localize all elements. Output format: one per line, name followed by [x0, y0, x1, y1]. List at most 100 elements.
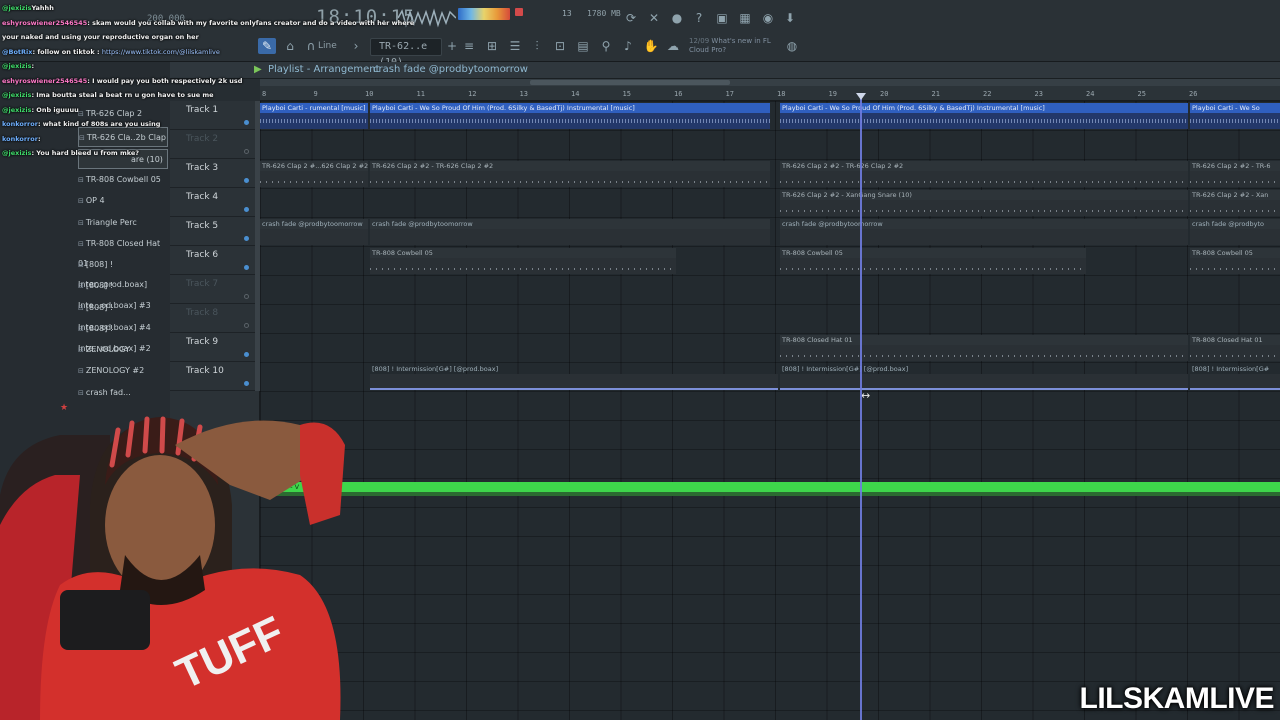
browser-icon[interactable]: ▤: [574, 38, 592, 54]
track-header[interactable]: Track 9: [170, 333, 260, 362]
browser-item[interactable]: ⊟ OP 4: [78, 191, 168, 211]
chat-text: your naked and using your reproductive o…: [2, 33, 199, 41]
mixer-icon[interactable]: ⫶: [528, 38, 546, 54]
track-header[interactable]: Track 4: [170, 188, 260, 217]
browser-item[interactable]: ⊟ crash fad...: [78, 383, 168, 403]
chat-username[interactable]: eshyroswiener2546545: [2, 19, 87, 27]
chat-username[interactable]: @jexizis: [2, 149, 31, 157]
track-header[interactable]: Track 5: [170, 217, 260, 246]
chat-username[interactable]: @jexizis: [2, 62, 31, 70]
scrollbar-thumb[interactable]: [530, 80, 730, 85]
chat-username[interactable]: konkorror: [2, 120, 38, 128]
plugin-icon[interactable]: ⚲: [597, 38, 615, 54]
track-header[interactable]: Track 6: [170, 246, 260, 275]
chat-message: konkorror:: [2, 135, 41, 144]
playlist-title-bar[interactable]: ▶ Playlist - Arrangement › crash fade @p…: [170, 62, 1280, 79]
timeline-ruler[interactable]: 8 9 10 11 12 13 14 15 16 17 18 19 20 21 22 23 24 25 26: [260, 79, 1280, 101]
audio-clip[interactable]: Playboi Carti - We So: [1190, 103, 1280, 129]
pattern-clip[interactable]: TR-808 Closed Hat 01: [1190, 335, 1280, 361]
browser-item[interactable]: ⊟ ZENOLOGY: [78, 340, 168, 360]
cloud-icon[interactable]: ☁: [664, 38, 682, 54]
browser-item[interactable]: ⊟ [808] ! Inte...od.boax] #3: [78, 276, 168, 310]
pattern-clip[interactable]: TR-626 Clap 2 #2 - TR-626 Clap 2 #2: [780, 161, 1188, 187]
pattern-clip[interactable]: crash fade @prodbytoomorrow: [780, 219, 1188, 245]
track-mute-led[interactable]: [244, 294, 249, 299]
pattern-clip[interactable]: TR-808 Cowbell 05: [370, 248, 676, 274]
track-header[interactable]: Track 10: [170, 362, 260, 391]
pattern-clip[interactable]: TR-808 Cowbell 05: [780, 248, 1086, 274]
pattern-clip[interactable]: [808] ! Intermission[G#] [@prod.boax]: [780, 364, 1188, 390]
track-mute-led[interactable]: [244, 207, 249, 212]
pattern-clip[interactable]: TR-808 Cowbell 05: [1190, 248, 1280, 274]
track-header[interactable]: Track 8: [170, 304, 260, 333]
browser-item[interactable]: ⊟ [808] ! Inter...prod.boax]: [78, 255, 168, 289]
playhead[interactable]: [860, 95, 862, 720]
browser-item[interactable]: ⊟ ZENOLOGY #2: [78, 361, 168, 381]
track-mute-led[interactable]: [244, 178, 249, 183]
piano-roll-icon[interactable]: ≡: [460, 38, 478, 54]
breadcrumb-separator: ›: [363, 64, 367, 75]
tempo-icon[interactable]: ♪: [619, 38, 637, 54]
save-icon[interactable]: ▣: [713, 10, 731, 26]
cut-icon[interactable]: ✕: [645, 10, 663, 26]
chat-username[interactable]: @BotRix: [2, 48, 32, 56]
chat-username[interactable]: @jexizis: [2, 4, 31, 12]
track-mute-led[interactable]: [244, 352, 249, 357]
pattern-clip[interactable]: crash fade @prodbytoomorrow: [370, 219, 770, 245]
metronome-icon[interactable]: ⟳: [622, 10, 640, 26]
download-icon[interactable]: ⬇: [781, 10, 799, 26]
audio-clip[interactable]: Playboi Carti - We So Proud Of Him (Prod…: [370, 103, 770, 129]
mic-icon[interactable]: ●: [668, 10, 686, 26]
playhead-marker-icon[interactable]: [856, 93, 866, 100]
chevron-right-icon[interactable]: ›: [347, 38, 365, 54]
bar-number: 18: [777, 90, 786, 98]
news-panel[interactable]: 12/09 What's new in FL Cloud Pro?: [689, 37, 771, 55]
chat-text: : Onb iguuuu: [31, 105, 79, 114]
browser-item[interactable]: ⊟ TR-808 Closed Hat 01: [78, 234, 168, 268]
pattern-clip[interactable]: TR-626 Clap 2 #2 - XanGang Snare (10): [780, 190, 1188, 216]
clip-notes: [370, 258, 676, 274]
channel-rack-icon[interactable]: ⊡: [551, 38, 569, 54]
chat-icon[interactable]: ◉: [759, 10, 777, 26]
browser-item[interactable]: ⊟ [808] ! Inte...od.boax] #2: [78, 319, 168, 353]
pattern-clip[interactable]: crash fade @prodbyto: [1190, 219, 1280, 245]
pattern-clip[interactable]: [808] ! Intermission[G#: [1190, 364, 1280, 390]
help-icon[interactable]: ?: [690, 10, 708, 26]
browser-item[interactable]: ⊟ TR-808 Cowbell 05: [78, 170, 168, 190]
chat-link[interactable]: https://www.tiktok.com/@lilskamlive: [102, 48, 220, 56]
browser-item[interactable]: ⊟ Triangle Perc: [78, 213, 168, 233]
pattern-selector[interactable]: TR-62..e (10): [370, 38, 442, 68]
globe-icon[interactable]: ◍: [783, 38, 801, 54]
step-seq-icon[interactable]: ⊞: [483, 38, 501, 54]
track-mute-led[interactable]: [244, 323, 249, 328]
chat-username[interactable]: @jexizis: [2, 106, 31, 114]
track-header[interactable]: Track 7: [170, 275, 260, 304]
track-mute-led[interactable]: [244, 381, 249, 386]
browser-item[interactable]: ⊟ [808] ! Inte...od.boax] #4: [78, 298, 168, 332]
clip-label: Playboi Carti - We So Proud Of Him (Prod…: [372, 104, 635, 112]
pattern-clip[interactable]: TR-808 Closed Hat 01: [780, 335, 1188, 361]
resize-cursor-icon: ↔: [861, 389, 871, 402]
chat-username[interactable]: konkorror: [2, 135, 38, 143]
add-pattern-icon[interactable]: +: [443, 38, 461, 54]
browser-item-label: ZENOLOGY #2: [85, 366, 145, 375]
ram-icon[interactable]: ▦: [736, 10, 754, 26]
pattern-clip[interactable]: TR-626 Clap 2 #2 - Xan: [1190, 190, 1280, 216]
chat-username[interactable]: eshyroswiener2546545: [2, 77, 87, 85]
bar-number: 20: [880, 90, 889, 98]
touch-icon[interactable]: ✋: [642, 38, 660, 54]
pattern-clip[interactable]: TR-626 Clap 2 #2 - TR-6: [1190, 161, 1280, 187]
playlist-icon[interactable]: ☰: [506, 38, 524, 54]
chat-message: eshyroswiener2546545: I would pay you bo…: [2, 77, 242, 86]
horizontal-scrollbar[interactable]: [260, 79, 1280, 86]
audio-clip[interactable]: Playboi Carti - We So Proud Of Him (Prod…: [780, 103, 1188, 129]
track-mute-led[interactable]: [244, 265, 249, 270]
pattern-clip[interactable]: [808] ! Intermission[G#] [@prod.boax]: [370, 364, 778, 390]
pattern-clip[interactable]: crash fade @prodbytoomorrow: [260, 219, 368, 245]
chat-text: : skam would you collab with my favorite…: [87, 18, 415, 27]
clip-label: crash fade @prodbyto: [1192, 220, 1265, 228]
pattern-clip[interactable]: TR-626 Clap 2 #2 - TR-626 Clap 2 #2: [370, 161, 770, 187]
chat-username[interactable]: @jexizis: [2, 91, 31, 99]
track-mute-led[interactable]: [244, 236, 249, 241]
clip-notes: [1190, 171, 1280, 187]
